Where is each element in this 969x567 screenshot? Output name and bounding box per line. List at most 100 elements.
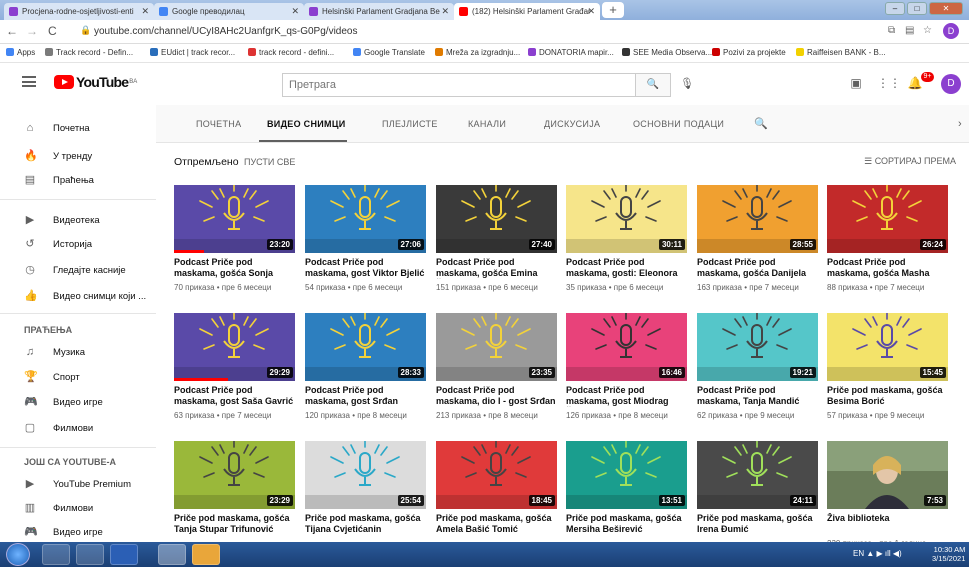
word-taskbar-icon[interactable] — [110, 544, 138, 565]
video-title[interactable]: Priče pod maskama, gošća Besima Borić — [827, 385, 948, 407]
video-card[interactable]: 18:45 Priče pod maskama, gošća Amela Baši… — [436, 441, 557, 535]
sidebar-item-premium[interactable]: ▶ YouTube Premium — [0, 473, 156, 497]
tab-channels[interactable]: КАНАЛИ — [468, 119, 506, 129]
video-thumbnail[interactable]: 19:21 — [697, 313, 818, 381]
sidebar-item-trending[interactable]: 🔥 У тренду — [0, 145, 156, 169]
menu-icon[interactable] — [22, 76, 36, 87]
search-button[interactable]: 🔍 — [635, 73, 671, 97]
sidebar-item-watch-later[interactable]: ◷ Гледајте касније — [0, 259, 156, 283]
tab-playlists[interactable]: ПЛЕЈЛИСТЕ — [382, 119, 438, 129]
video-title[interactable]: Podcast Priče pod maskama, gost Viktor B… — [305, 257, 426, 279]
chrome-taskbar-icon[interactable] — [158, 544, 186, 565]
sidebar-item-history[interactable]: ↺ Историја — [0, 233, 156, 257]
play-all-button[interactable]: ПУСТИ СВЕ — [244, 157, 295, 167]
video-title[interactable]: Živa biblioteka — [827, 513, 948, 535]
sidebar-item-films[interactable]: ▥ Филмови — [0, 497, 156, 521]
close-icon[interactable]: ✕ — [291, 6, 299, 17]
bookmark-item[interactable]: Pozivi za projekte — [712, 48, 786, 57]
video-card[interactable]: 29:29 Podcast Priče pod maskama, gost Saš… — [174, 313, 295, 420]
sort-button[interactable]: ☰ СОРТИРАЈ ПРЕМА — [864, 156, 956, 167]
close-icon[interactable]: ✕ — [141, 6, 149, 17]
star-icon[interactable]: ☆ — [923, 25, 932, 36]
video-card[interactable]: 27:06 Podcast Priče pod maskama, gost Vik… — [305, 185, 426, 292]
video-thumbnail[interactable]: 29:29 — [174, 313, 295, 381]
video-title[interactable]: Podcast Priče pod maskama, gost Saša Gav… — [174, 385, 295, 407]
apps-grid-icon[interactable]: ⋮⋮ — [877, 76, 901, 92]
video-thumbnail[interactable]: 18:45 — [436, 441, 557, 509]
bookmark-item[interactable]: EUdict | track recor... — [150, 48, 235, 57]
reload-icon[interactable]: C — [48, 24, 57, 38]
video-card[interactable]: 19:21 Podcast Priče pod maskama, Tanja Ma… — [697, 313, 818, 420]
bookmark-item[interactable]: Mreža za izgradnju... — [435, 48, 520, 57]
video-title[interactable]: Podcast Priče pod maskama, dio I - gost … — [436, 385, 557, 407]
url-bar[interactable]: 🔒 youtube.com/channel/UCyI8AHc2UanfgrK_q… — [78, 23, 878, 41]
video-thumbnail[interactable]: 23:29 — [174, 441, 295, 509]
browser-tab-active[interactable]: (182) Helsinški Parlament Građar ✕ — [454, 3, 600, 20]
bookmark-item[interactable]: Track record - Defin... — [45, 48, 133, 57]
video-card[interactable]: 27:40 Podcast Priče pod maskama, gošća Em… — [436, 185, 557, 292]
video-title[interactable]: Priče pod maskama, gošća Tanja Stupar Tr… — [174, 513, 295, 535]
tab-home[interactable]: ПОЧЕТНА — [196, 119, 241, 129]
sidebar-item-games[interactable]: 🎮 Видео игре — [0, 521, 156, 542]
video-card[interactable]: 15:45 Priče pod maskama, gošća Besima Bor… — [827, 313, 948, 420]
video-thumbnail[interactable]: 16:46 — [566, 313, 687, 381]
maximize-button[interactable]: □ — [907, 2, 927, 15]
video-card[interactable]: 30:11 Podcast Priče pod maskama, gosti: E… — [566, 185, 687, 292]
sidebar-item-liked[interactable]: 👍 Видео снимци који ... — [0, 285, 156, 309]
video-thumbnail[interactable]: 28:33 — [305, 313, 426, 381]
tab-about[interactable]: ОСНОВНИ ПОДАЦИ — [633, 119, 724, 129]
video-thumbnail[interactable]: 7:53 — [827, 441, 948, 509]
bookmark-item[interactable]: Google Translate — [353, 48, 425, 57]
video-card[interactable]: 16:46 Podcast Priče pod maskama, gost Mio… — [566, 313, 687, 420]
video-card[interactable]: 23:35 Podcast Priče pod maskama, dio I - … — [436, 313, 557, 420]
sidebar-item-movies[interactable]: ▢ Филмови — [0, 417, 156, 441]
video-title[interactable]: Priče pod maskama, gošća Amela Bašić Tom… — [436, 513, 557, 535]
browser-tab[interactable]: Helsinški Parlament Gradjana Be ✕ — [304, 3, 454, 20]
video-card[interactable]: 13:51 Priče pod maskama, gošća Mersiha Be… — [566, 441, 687, 535]
clock[interactable]: 10:30 AM 3/15/2021 — [932, 545, 965, 563]
video-thumbnail[interactable]: 25:54 — [305, 441, 426, 509]
video-title[interactable]: Podcast Priče pod maskama, gošća Sonja L… — [174, 257, 295, 279]
video-card[interactable]: 28:55 Podcast Priče pod maskama, gošća Da… — [697, 185, 818, 292]
video-title[interactable]: Priče pod maskama, gošća Mersiha Beširev… — [566, 513, 687, 535]
video-title[interactable]: Podcast Priče pod maskama, gost Srđan Pu… — [305, 385, 426, 407]
bookmark-item[interactable]: Raiffeisen BANK - B... — [796, 48, 886, 57]
start-button[interactable] — [6, 543, 30, 566]
bookmark-item[interactable]: SEE Media Observa... — [622, 48, 712, 57]
sidebar-item-sport[interactable]: 🏆 Спорт — [0, 366, 156, 390]
video-title[interactable]: Podcast Priče pod maskama, Tanja Mandić … — [697, 385, 818, 407]
sidebar-item-music[interactable]: ♫ Музика — [0, 341, 156, 365]
minimize-button[interactable]: – — [885, 2, 905, 15]
video-title[interactable]: Podcast Priče pod maskama, gošća Masha D… — [827, 257, 948, 279]
explorer-taskbar-icon[interactable] — [42, 544, 70, 565]
chevron-right-icon[interactable]: › — [958, 118, 962, 130]
tab-videos[interactable]: ВИДЕО СНИМЦИ — [267, 119, 346, 129]
video-card[interactable]: 24:11 Priče pod maskama, gošća Irena Đumi… — [697, 441, 818, 535]
microphone-icon[interactable]: 🎙 — [680, 77, 694, 90]
account-avatar[interactable]: D — [941, 74, 961, 94]
close-icon[interactable]: ✕ — [441, 6, 449, 17]
video-card[interactable]: 25:54 Priče pod maskama, gošća Tijana Cvj… — [305, 441, 426, 535]
video-thumbnail[interactable]: 15:45 — [827, 313, 948, 381]
video-thumbnail[interactable]: 27:40 — [436, 185, 557, 253]
window-close-button[interactable]: ✕ — [929, 2, 963, 15]
back-icon[interactable]: ← — [6, 24, 18, 38]
video-title[interactable]: Priče pod maskama, gošća Tijana Cvjetića… — [305, 513, 426, 535]
video-card[interactable]: 23:29 Priče pod maskama, gošća Tanja Stup… — [174, 441, 295, 535]
video-card[interactable]: 26:24 Podcast Priče pod maskama, gošća Ma… — [827, 185, 948, 292]
video-thumbnail[interactable]: 30:11 — [566, 185, 687, 253]
bookmark-item[interactable]: track record - defini... — [248, 48, 334, 57]
video-thumbnail[interactable]: 26:24 — [827, 185, 948, 253]
browser-tab[interactable]: Google преводилац ✕ — [154, 3, 304, 20]
sidebar-item-gaming[interactable]: 🎮 Видео игре — [0, 391, 156, 415]
language-indicator[interactable]: EN — [853, 549, 864, 558]
sidebar-item-home[interactable]: ⌂ Почетна — [0, 117, 156, 141]
media-player-taskbar-icon[interactable] — [76, 544, 104, 565]
sidebar-item-subscriptions[interactable]: ▤ Праћења — [0, 169, 156, 193]
youtube-logo[interactable]: YouTube BA — [54, 74, 137, 90]
bookmark-item[interactable]: DONATORIA mapir... — [528, 48, 614, 57]
video-title[interactable]: Priče pod maskama, gošća Irena Đumić — [697, 513, 818, 535]
browser-tab[interactable]: Procjena-rodne-osjetljivosti-enti ✕ — [4, 3, 154, 20]
video-title[interactable]: Podcast Priče pod maskama, gošća Danijel… — [697, 257, 818, 279]
video-card[interactable]: 7:53Živa biblioteka230 приказа • пре 1 г… — [827, 441, 948, 548]
